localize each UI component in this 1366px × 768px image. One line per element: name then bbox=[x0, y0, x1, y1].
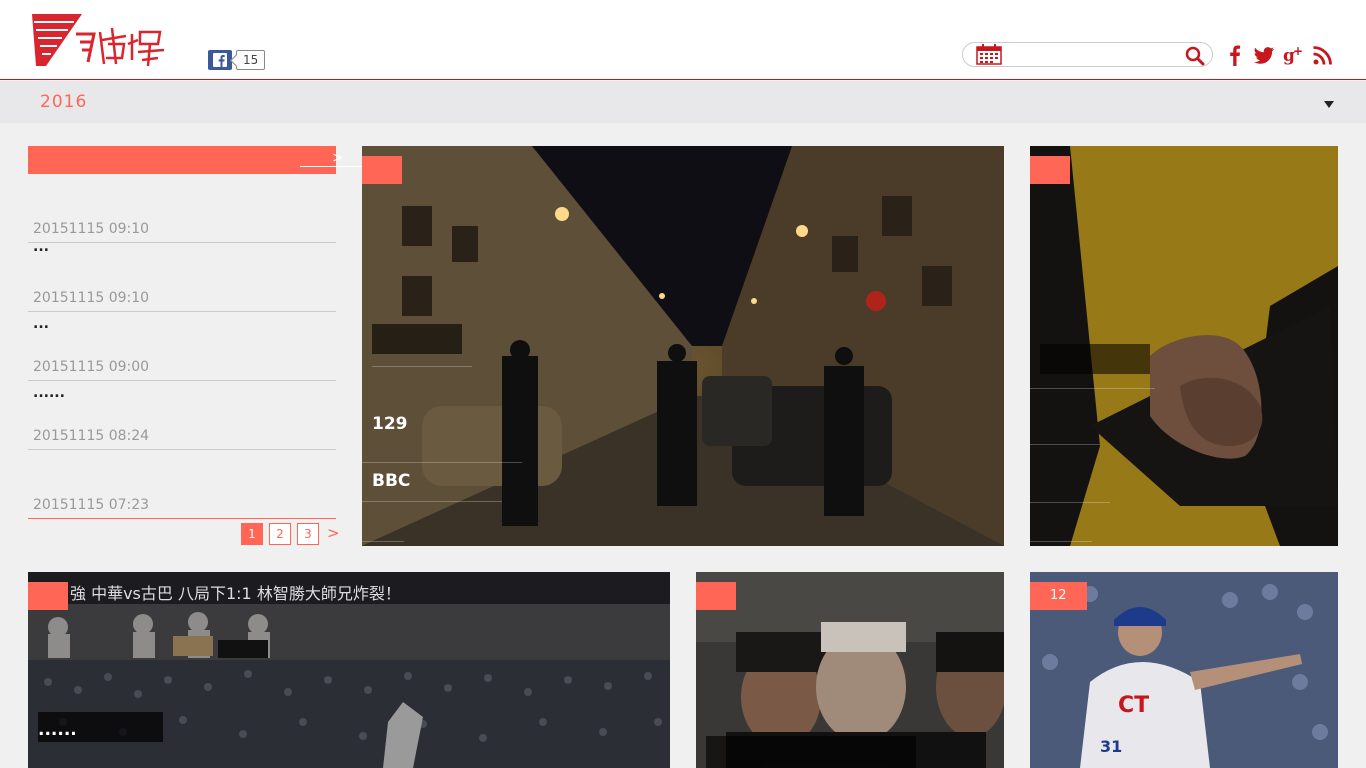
news-item[interactable]: ...... 20151115 08:24 bbox=[28, 381, 336, 450]
year-label[interactable]: 2016 bbox=[40, 92, 87, 112]
category-tag[interactable] bbox=[28, 582, 68, 610]
facebook-icon[interactable] bbox=[208, 50, 232, 70]
divider bbox=[1030, 541, 1092, 542]
divider bbox=[1030, 444, 1100, 445]
divider bbox=[362, 501, 502, 502]
like-count: 15 bbox=[236, 50, 266, 70]
news-time: 20151115 07:23 bbox=[33, 497, 150, 513]
news-title: ... bbox=[33, 239, 49, 255]
calendar-icon[interactable] bbox=[976, 44, 1002, 65]
search-bar bbox=[962, 42, 1213, 67]
category-tag[interactable] bbox=[362, 156, 402, 184]
featured-card-portrait[interactable] bbox=[696, 572, 1004, 768]
divider bbox=[362, 541, 404, 542]
news-item[interactable]: ... 20151115 09:10 bbox=[28, 239, 336, 312]
video-banner-text: 強 中華vs古巴 八局下1:1 林智勝大師兄炸裂！ bbox=[70, 584, 401, 603]
news-item[interactable]: ... 20151115 09:00 bbox=[28, 312, 336, 381]
featured-card-handshake[interactable] bbox=[1030, 146, 1338, 546]
divider bbox=[1030, 388, 1155, 389]
pagination: 1 2 3 > bbox=[241, 523, 340, 545]
page-button-1[interactable]: 1 bbox=[241, 523, 263, 545]
headline-line-2: BBC bbox=[372, 471, 411, 491]
twitter-icon[interactable] bbox=[1253, 44, 1275, 66]
title-overlay bbox=[372, 324, 462, 354]
featured-card-paris[interactable]: 129 BBC bbox=[362, 146, 1004, 546]
title-overlay bbox=[1040, 344, 1150, 374]
search-input[interactable] bbox=[1007, 45, 1185, 65]
news-time: 20151115 09:10 bbox=[33, 290, 150, 306]
more-link[interactable]: > bbox=[300, 150, 364, 167]
google-plus-icon[interactable]: g + bbox=[1283, 44, 1305, 66]
facebook-icon[interactable] bbox=[1224, 44, 1246, 66]
facebook-like-widget[interactable]: 15 bbox=[208, 50, 266, 70]
page-button-2[interactable]: 2 bbox=[269, 523, 291, 545]
search-icon[interactable] bbox=[1185, 46, 1205, 66]
news-time: 20151115 08:24 bbox=[33, 428, 150, 444]
rss-icon[interactable] bbox=[1312, 44, 1334, 66]
category-tag[interactable]: 12 bbox=[1030, 582, 1087, 610]
svg-text:CT: CT bbox=[1118, 693, 1149, 718]
news-title: ...... bbox=[33, 385, 65, 401]
news-time: 20151115 09:00 bbox=[33, 359, 150, 375]
news-item[interactable]: 20151115 09:10 bbox=[28, 174, 336, 243]
headline: ...... bbox=[38, 720, 77, 740]
site-logo[interactable] bbox=[32, 14, 166, 68]
divider bbox=[362, 462, 522, 463]
headline-line-1: 129 bbox=[372, 414, 408, 434]
featured-card-baseball[interactable]: 強 中華vs古巴 八局下1:1 林智勝大師兄炸裂！ ...... bbox=[28, 572, 670, 768]
page-button-3[interactable]: 3 bbox=[297, 523, 319, 545]
year-filter-bar: 2016 bbox=[0, 81, 1366, 123]
site-header: 15 g + bbox=[0, 0, 1366, 80]
news-time: 20151115 09:10 bbox=[33, 221, 150, 237]
featured-card-player[interactable]: CT 31 12 bbox=[1030, 572, 1338, 768]
next-page-button[interactable]: > bbox=[327, 523, 340, 545]
category-tag[interactable] bbox=[1030, 156, 1070, 184]
news-title: ... bbox=[33, 316, 49, 332]
divider bbox=[1030, 502, 1110, 503]
category-tag[interactable] bbox=[696, 582, 736, 610]
chevron-down-icon[interactable] bbox=[1324, 101, 1334, 108]
svg-text:31: 31 bbox=[1100, 737, 1122, 756]
title-overlay bbox=[706, 736, 916, 768]
divider bbox=[372, 366, 472, 367]
news-item[interactable]: 20151115 07:23 bbox=[28, 450, 336, 519]
latest-news-header: > bbox=[28, 146, 364, 174]
svg-text:+: + bbox=[1293, 44, 1303, 58]
